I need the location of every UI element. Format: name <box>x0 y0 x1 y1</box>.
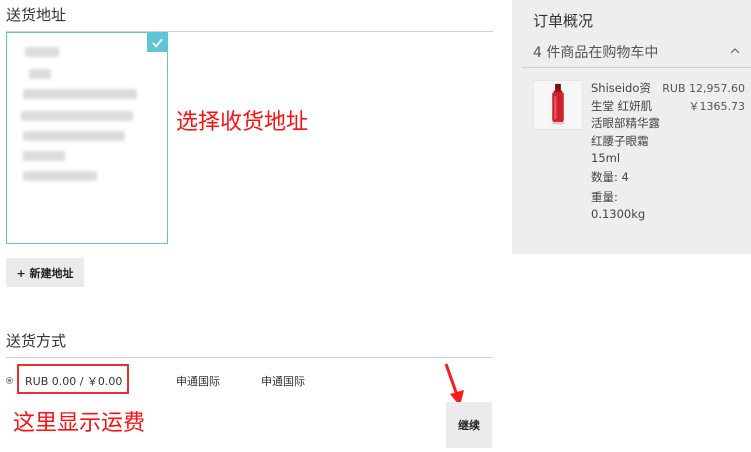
product-weight-label: 重量: <box>591 190 618 204</box>
shipping-section-title: 送货方式 <box>6 332 67 350</box>
shipping-method: 申通国际 <box>261 375 305 388</box>
check-icon <box>147 32 168 52</box>
shipping-annotation: 这里显示运费 <box>13 411 146 436</box>
product-weight-value: 0.1300kg <box>591 207 646 221</box>
summary-divider <box>522 67 751 68</box>
summary-title: 订单概况 <box>533 12 594 30</box>
new-address-button[interactable]: + 新建地址 <box>6 258 84 287</box>
shipping-radio[interactable] <box>6 377 13 384</box>
redacted-text <box>23 131 125 141</box>
cart-count-toggle[interactable]: 4 件商品在购物车中 <box>533 42 658 62</box>
redacted-text <box>23 171 97 181</box>
shipping-carrier: 申通国际 <box>176 375 220 388</box>
shipping-price: RUB 0.00 / ￥0.00 <box>25 375 123 388</box>
address-annotation: 选择收货地址 <box>176 110 309 135</box>
redacted-text <box>29 69 51 79</box>
chevron-up-icon[interactable] <box>730 46 740 56</box>
redacted-text <box>23 89 137 99</box>
product-quantity: 数量: 4 <box>591 170 629 184</box>
product-price-rub: RUB 12,957.60 <box>662 82 745 95</box>
continue-button[interactable]: 继续 <box>446 402 492 448</box>
order-summary: 订单概况 4 件商品在购物车中 Shiseido资生堂 红妍肌活眼部精华露 红腰… <box>512 0 751 254</box>
product-name: Shiseido资生堂 红妍肌活眼部精华露 红腰子眼霜 15ml <box>591 81 660 165</box>
shipping-divider <box>6 357 493 358</box>
product-image <box>533 80 583 130</box>
product-price-cny: ￥1365.73 <box>688 99 746 113</box>
redacted-text <box>21 111 133 121</box>
redacted-text <box>23 151 65 161</box>
product-price: RUB 12,957.60 ￥1365.73 <box>662 80 745 115</box>
redacted-text <box>25 47 59 57</box>
address-card[interactable] <box>6 32 168 244</box>
address-section-title: 送货地址 <box>6 6 67 24</box>
